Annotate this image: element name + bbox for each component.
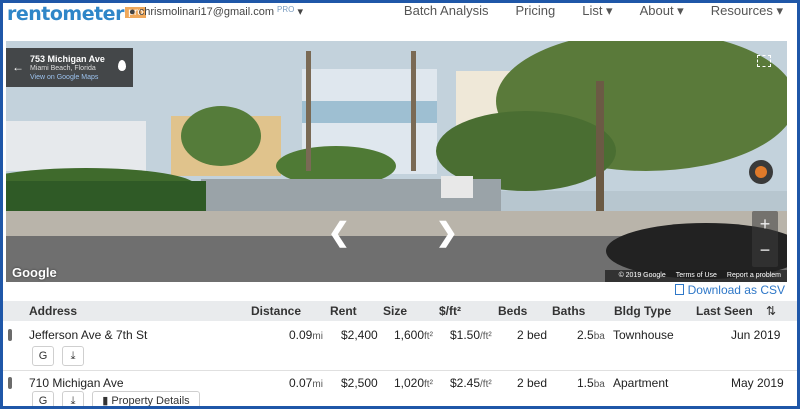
nav-resources[interactable]: Resources ▾: [711, 3, 783, 19]
nav-list[interactable]: List ▾: [582, 3, 612, 19]
row-size: 1,020: [394, 376, 425, 390]
header-distance[interactable]: Distance: [251, 304, 301, 318]
google-search-button[interactable]: G: [32, 391, 54, 406]
size-unit: ft²: [424, 379, 433, 390]
map-pin-icon[interactable]: [118, 60, 126, 71]
app-frame: rentometer pro ● chrismolinari17@gmail.co…: [3, 3, 797, 406]
overlay-address: 753 Michigan Ave: [30, 54, 105, 64]
download-icon[interactable]: ⤓: [62, 346, 84, 366]
row-price-per-sqft: $1.50: [450, 328, 481, 342]
distance-unit: mi: [312, 331, 323, 342]
zoom-out-button[interactable]: −: [752, 237, 778, 263]
row-price-per-sqft: $2.45: [450, 376, 481, 390]
user-menu[interactable]: ● chrismolinari17@gmail.com PRO ▾: [129, 5, 303, 18]
row-rent: $2,400: [341, 328, 378, 342]
ppsf-unit: /ft²: [480, 379, 492, 390]
row-distance: 0.09: [289, 328, 313, 342]
zoom-control: + −: [752, 211, 778, 267]
report-problem-link[interactable]: Report a problem: [727, 272, 781, 279]
distance-unit: mi: [312, 379, 323, 390]
property-details-button[interactable]: ▮ Property Details: [92, 391, 200, 406]
user-icon: ●: [129, 6, 136, 18]
header-rent[interactable]: Rent: [330, 304, 357, 318]
table-header: Address Distance Rent Size $/ft² Beds Ba…: [3, 301, 797, 321]
document-icon: [674, 284, 684, 295]
row-baths: 2.5: [577, 328, 594, 342]
property-icon: ▮: [102, 395, 109, 406]
row-last-seen: May 2019: [731, 376, 784, 390]
pan-left-arrow-icon[interactable]: ❮: [328, 217, 350, 248]
row-address: 710 Michigan Ave: [29, 376, 124, 390]
header-last-seen[interactable]: Last Seen: [696, 304, 753, 318]
back-arrow-icon[interactable]: ←: [12, 60, 24, 74]
chevron-down-icon: ▾: [297, 6, 303, 18]
header-price-per-sqft[interactable]: $/ft²: [439, 304, 461, 318]
user-tier-badge: PRO: [277, 5, 295, 14]
download-csv-link[interactable]: Download as CSV: [674, 283, 785, 297]
google-search-button[interactable]: G: [32, 346, 54, 366]
baths-unit: ba: [593, 379, 605, 390]
nav-links: Batch Analysis Pricing List ▾ About ▾ Re…: [377, 3, 783, 19]
row-distance: 0.07: [289, 376, 313, 390]
row-last-seen: Jun 2019: [731, 328, 781, 342]
row-bldg-type: Apartment: [613, 376, 669, 390]
user-email: chrismolinari17@gmail.com: [138, 6, 274, 18]
copyright-text: © 2019 Google: [618, 272, 666, 279]
ppsf-unit: /ft²: [480, 331, 492, 342]
row-beds: 2 bed: [517, 328, 548, 342]
header-size[interactable]: Size: [383, 304, 407, 318]
header-bldg-type[interactable]: Bldg Type: [614, 304, 671, 318]
row-divider: [3, 370, 797, 371]
row-beds: 2 bed: [517, 376, 548, 390]
nav-pricing[interactable]: Pricing: [515, 3, 555, 19]
fullscreen-icon[interactable]: [757, 55, 771, 67]
sort-icon[interactable]: ⇅: [766, 304, 776, 318]
nav-batch-analysis[interactable]: Batch Analysis: [404, 3, 489, 19]
header-beds[interactable]: Beds: [498, 304, 527, 318]
property-details-label: Property Details: [111, 395, 190, 406]
download-icon[interactable]: ⤓: [62, 391, 84, 406]
row-bldg-type: Townhouse: [613, 328, 674, 342]
rentometer-logo[interactable]: rentometer pro: [7, 3, 146, 25]
nav-about[interactable]: About ▾: [640, 3, 684, 19]
compass-icon[interactable]: [749, 160, 773, 184]
row-rent: $2,500: [341, 376, 378, 390]
google-logo: Google: [12, 265, 57, 280]
zoom-in-button[interactable]: +: [752, 211, 778, 237]
header-address[interactable]: Address: [29, 304, 77, 318]
logo-text: rentometer: [7, 3, 124, 25]
overlay-city: Miami Beach, Florida: [30, 65, 96, 72]
row-size: 1,600: [394, 328, 425, 342]
terms-link[interactable]: Terms of Use: [676, 272, 717, 279]
row-marker: [8, 377, 12, 389]
address-overlay: ← 753 Michigan Ave Miami Beach, Florida …: [6, 48, 133, 87]
row-marker: [8, 329, 12, 341]
baths-unit: ba: [593, 331, 605, 342]
header-baths[interactable]: Baths: [552, 304, 585, 318]
size-unit: ft²: [424, 331, 433, 342]
download-csv-label: Download as CSV: [687, 283, 785, 297]
pan-right-arrow-icon[interactable]: ❯: [436, 217, 458, 248]
row-baths: 1.5: [577, 376, 594, 390]
row-address: Jefferson Ave & 7th St: [29, 328, 148, 342]
view-on-google-maps-link[interactable]: View on Google Maps: [30, 74, 98, 81]
street-view-panel[interactable]: ← 753 Michigan Ave Miami Beach, Florida …: [6, 41, 787, 282]
top-nav: rentometer pro ● chrismolinari17@gmail.co…: [3, 3, 797, 37]
street-view-footer: © 2019 Google Terms of Use Report a prob…: [604, 270, 787, 282]
